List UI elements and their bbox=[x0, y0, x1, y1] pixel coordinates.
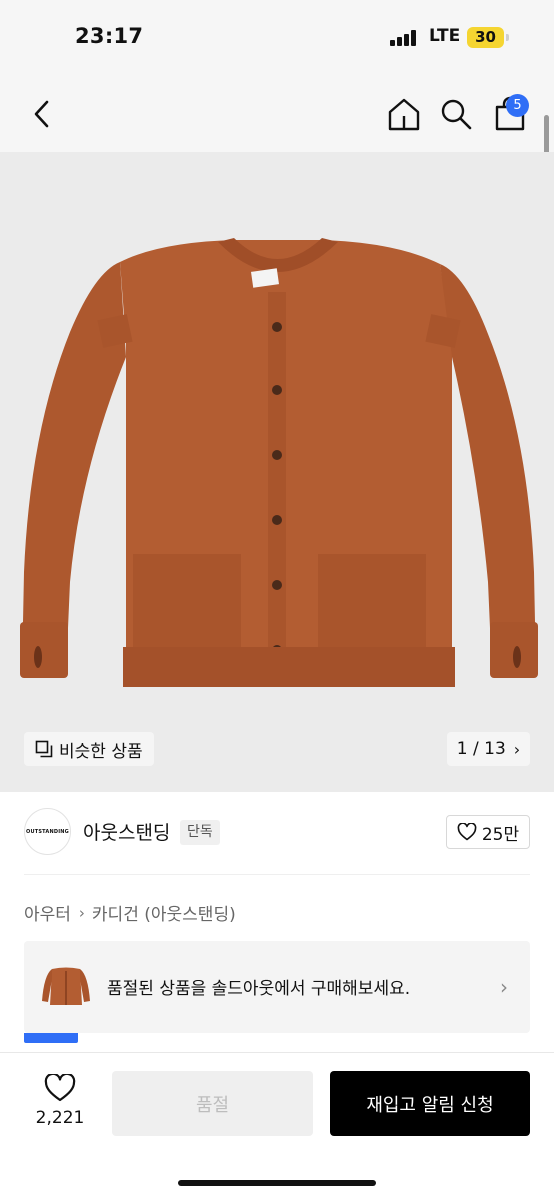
soldout-banner[interactable]: 품절된 상품을 솔드아웃에서 구매해보세요. › bbox=[24, 941, 530, 1033]
soldout-banner-text: 품절된 상품을 솔드아웃에서 구매해보세요. bbox=[107, 979, 411, 999]
network-label: LTE bbox=[429, 26, 461, 46]
cardigan-image bbox=[20, 238, 538, 687]
brand-logo-text: OUTSTANDING bbox=[26, 828, 69, 835]
signal-icon bbox=[390, 30, 420, 46]
image-page-indicator[interactable]: 1 / 13 › bbox=[447, 732, 530, 766]
brand-like-button[interactable]: 25만 bbox=[446, 815, 530, 849]
battery-cap bbox=[506, 34, 509, 41]
heart-icon bbox=[457, 823, 477, 841]
breadcrumb-subcategory[interactable]: 카디건 (아웃스탠딩) bbox=[92, 900, 236, 925]
status-time: 23:17 bbox=[75, 24, 144, 48]
search-button[interactable] bbox=[439, 96, 473, 132]
similar-items-button[interactable]: 비슷한 상품 bbox=[24, 732, 154, 766]
similar-items-icon bbox=[35, 740, 53, 758]
banner-product-thumbnail bbox=[42, 967, 90, 1005]
exclusive-badge: 단독 bbox=[180, 820, 220, 845]
page-indicator-text: 1 / 13 bbox=[456, 739, 506, 759]
brand-name[interactable]: 아웃스탠딩 bbox=[83, 818, 170, 845]
heart-icon bbox=[44, 1074, 76, 1102]
status-bar: 23:17 LTE 30 bbox=[0, 0, 554, 78]
cart-count-badge: 5 bbox=[506, 94, 529, 117]
battery-icon: 30 bbox=[467, 27, 504, 48]
search-icon bbox=[441, 99, 472, 130]
chevron-right-icon: › bbox=[513, 739, 521, 759]
similar-items-label: 비슷한 상품 bbox=[59, 741, 143, 762]
home-icon bbox=[388, 98, 420, 131]
nav-bar bbox=[0, 78, 554, 152]
back-button[interactable] bbox=[28, 98, 56, 130]
chevron-right-icon: › bbox=[500, 975, 508, 999]
product-image[interactable] bbox=[0, 152, 554, 792]
brand-logo[interactable]: OUTSTANDING bbox=[24, 808, 71, 855]
wishlist-button[interactable]: 2,221 bbox=[30, 1072, 90, 1134]
home-button[interactable] bbox=[386, 96, 422, 132]
home-indicator bbox=[178, 1180, 376, 1186]
chevron-right-icon: › bbox=[78, 903, 85, 922]
divider bbox=[24, 874, 530, 875]
breadcrumb-category[interactable]: 아우터 bbox=[24, 900, 71, 925]
brand-like-count: 25만 bbox=[481, 824, 520, 845]
restock-alert-button[interactable]: 재입고 알림 신청 bbox=[330, 1071, 530, 1136]
back-arrow-icon bbox=[34, 100, 49, 128]
wishlist-count: 2,221 bbox=[35, 1108, 85, 1128]
breadcrumb: 아우터 › 카디건 (아웃스탠딩) bbox=[24, 900, 236, 926]
soldout-button[interactable]: 품절 bbox=[112, 1071, 313, 1136]
blue-tag bbox=[24, 1033, 78, 1043]
